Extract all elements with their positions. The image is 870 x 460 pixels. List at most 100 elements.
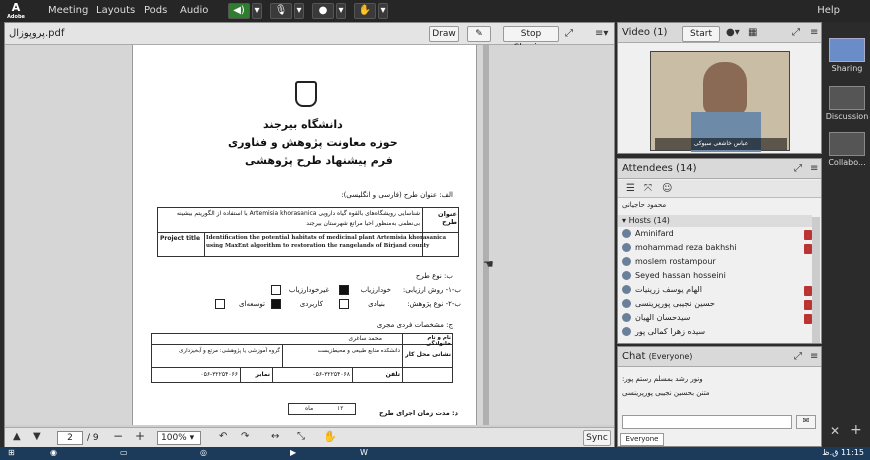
attendee-item[interactable]: mohammad reza bakhshi (622, 243, 812, 257)
hosts-label: Hosts (628, 216, 651, 225)
microphone-dropdown-icon[interactable]: ▾ (294, 3, 304, 19)
speaker-icon[interactable]: ◀) (228, 3, 250, 19)
user-icon[interactable]: ☺ (662, 183, 672, 194)
fax-label: نمابر (255, 371, 270, 378)
next-page-icon[interactable]: ▼ (33, 431, 41, 442)
discussion-label: Discussion (825, 112, 869, 121)
attendee-item[interactable]: حسین نجیبی پورپرینسی (622, 299, 812, 313)
title-label-fa: عنوان طرح (438, 210, 457, 226)
hosts-header[interactable]: ▾ Hosts (14) (618, 215, 812, 227)
layout-tab-discussion[interactable]: Discussion (824, 86, 870, 121)
media-icon[interactable]: ▶ (290, 448, 296, 457)
fullscreen-icon[interactable]: ⤢ (792, 27, 800, 38)
zoom-out-icon[interactable]: − (113, 429, 123, 443)
prev-page-icon[interactable]: ▲ (13, 431, 21, 442)
chat-input[interactable] (622, 415, 792, 429)
attendee-item[interactable]: moslem rostampour (622, 257, 812, 271)
attendee-name: Seyed hassan hosseini (635, 271, 726, 280)
basic-checkbox[interactable] (339, 299, 349, 309)
document-toolbar: ▲ ▼ 2 / 9 − + 100% ▾ ↶ ↷ ↔ ⤡ ✋ Sync (5, 427, 614, 447)
video-count: (1) (653, 27, 668, 38)
address-group: گروه آموزشی یا پژوهشی: مرتع و آبخیزداری (179, 348, 280, 354)
address-faculty: دانشکده منابع طبیعی و محیط‌زیست (317, 348, 400, 354)
pod-menu-icon[interactable]: ≡ (810, 163, 818, 174)
pod-menu-icon[interactable]: ≡ (810, 351, 818, 362)
webcam-dropdown-icon[interactable]: ▾ (336, 3, 346, 19)
name-label: نام و نام خانوادگی (425, 335, 451, 347)
page-number-input[interactable]: 2 (57, 431, 83, 445)
basic-label: بنیادی (368, 300, 385, 308)
attendee-item[interactable]: Aminifard (622, 229, 812, 243)
grid-view-icon[interactable]: ▦ (748, 27, 757, 38)
video-title: Video (622, 27, 651, 38)
fullscreen-icon[interactable]: ⤢ (565, 28, 573, 39)
presenter-name[interactable]: محمود حاجیانی (622, 201, 666, 209)
developmental-label: توسعه‌ای (239, 300, 265, 308)
webcam-icon[interactable]: ● (312, 3, 334, 19)
browser-icon[interactable]: ◉ (50, 448, 57, 457)
researcher-name: محمد ساغری (348, 335, 382, 342)
user-icon (622, 299, 631, 308)
host-badge-icon (804, 286, 812, 296)
menu-meeting[interactable]: Meeting (48, 5, 88, 16)
start-video-button[interactable]: Start (682, 26, 720, 42)
sharing-layout-icon (829, 38, 865, 62)
chat-tab-everyone[interactable]: Everyone (620, 433, 664, 446)
hosts-count: (14) (653, 216, 670, 225)
collapse-icon[interactable]: ⤧ (644, 183, 652, 194)
applied-label: کاربردی (299, 300, 323, 308)
layout-tab-sharing[interactable]: Sharing (824, 38, 870, 73)
zoom-in-icon[interactable]: + (135, 429, 145, 443)
draw-button[interactable]: Draw (429, 26, 459, 42)
chrome-icon[interactable]: ◎ (200, 448, 207, 457)
hand-tool-icon[interactable]: ✋ (323, 430, 337, 443)
developmental-checkbox[interactable] (215, 299, 225, 309)
settings-icon[interactable]: ✕ (830, 424, 840, 438)
add-layout-icon[interactable]: + (850, 422, 862, 438)
share-pod: پروپوزال.pdf Draw ✎ Stop Sharing ⤢ ≡▾ دا… (4, 22, 615, 447)
microphone-icon[interactable]: 🎙 (270, 3, 292, 19)
rotate-right-icon[interactable]: ↷ (241, 431, 249, 442)
menu-audio[interactable]: Audio (180, 5, 208, 16)
fullscreen-icon[interactable]: ⤢ (794, 351, 802, 362)
applied-checkbox[interactable] (271, 299, 281, 309)
webcam-menu-icon[interactable]: ●▾ (726, 27, 740, 38)
send-message-icon[interactable]: ✉ (796, 415, 816, 429)
attendee-name: سیدحسان الهیان (635, 313, 691, 322)
sync-button[interactable]: Sync (583, 430, 611, 446)
self-eval-checkbox[interactable] (339, 285, 349, 295)
fullscreen-icon[interactable]: ⤢ (794, 163, 802, 174)
raise-hand-icon[interactable]: ✋ (354, 3, 376, 19)
speaker-dropdown-icon[interactable]: ▾ (252, 3, 262, 19)
attendee-item[interactable]: الهام یوسف زرینیات (622, 285, 812, 299)
help-menu[interactable]: Help (817, 5, 840, 16)
page-scrollbar[interactable] (483, 45, 489, 425)
attendee-item[interactable]: سیدحسان الهیان (622, 313, 812, 327)
menu-layouts[interactable]: Layouts (96, 5, 135, 16)
stop-sharing-button[interactable]: Stop Sharing (503, 26, 559, 53)
document-viewer[interactable]: دانشگاه بیرجند حوزه معاونت پژوهش و فناور… (5, 45, 614, 425)
fit-width-icon[interactable]: ↔ (271, 431, 279, 442)
folder-icon[interactable]: ▭ (120, 448, 128, 457)
fit-page-icon[interactable]: ⤡ (297, 431, 305, 442)
word-icon[interactable]: W (360, 448, 368, 457)
pencil-icon[interactable]: ✎ (467, 26, 491, 42)
rotate-left-icon[interactable]: ↶ (219, 431, 227, 442)
start-button-icon[interactable]: ⊞ (8, 448, 15, 457)
menu-pods[interactable]: Pods (144, 5, 167, 16)
status-dropdown-icon[interactable]: ▾ (378, 3, 388, 19)
attendee-item[interactable]: Seyed hassan hosseini (622, 271, 812, 285)
fax-value: ۰۵۶-۳۲۲۵۴۰۶۶ (200, 371, 238, 378)
chat-title: Chat (622, 351, 646, 362)
zoom-select[interactable]: 100% ▾ (157, 431, 201, 445)
attendee-item[interactable]: سیده زهرا کمالی پور (622, 327, 812, 341)
layout-tab-collaboration[interactable]: Collabo... (824, 132, 870, 167)
attendees-scrollbar[interactable] (812, 217, 820, 343)
non-self-eval-checkbox[interactable] (271, 285, 281, 295)
pod-menu-icon[interactable]: ≡ (810, 27, 818, 38)
attendee-name: سیده زهرا کمالی پور (635, 327, 706, 336)
list-view-icon[interactable]: ☰ (626, 183, 635, 194)
attendee-name: الهام یوسف زرینیات (635, 285, 702, 294)
pdf-page: دانشگاه بیرجند حوزه معاونت پژوهش و فناور… (132, 45, 477, 425)
pod-menu-icon[interactable]: ≡▾ (595, 28, 608, 39)
